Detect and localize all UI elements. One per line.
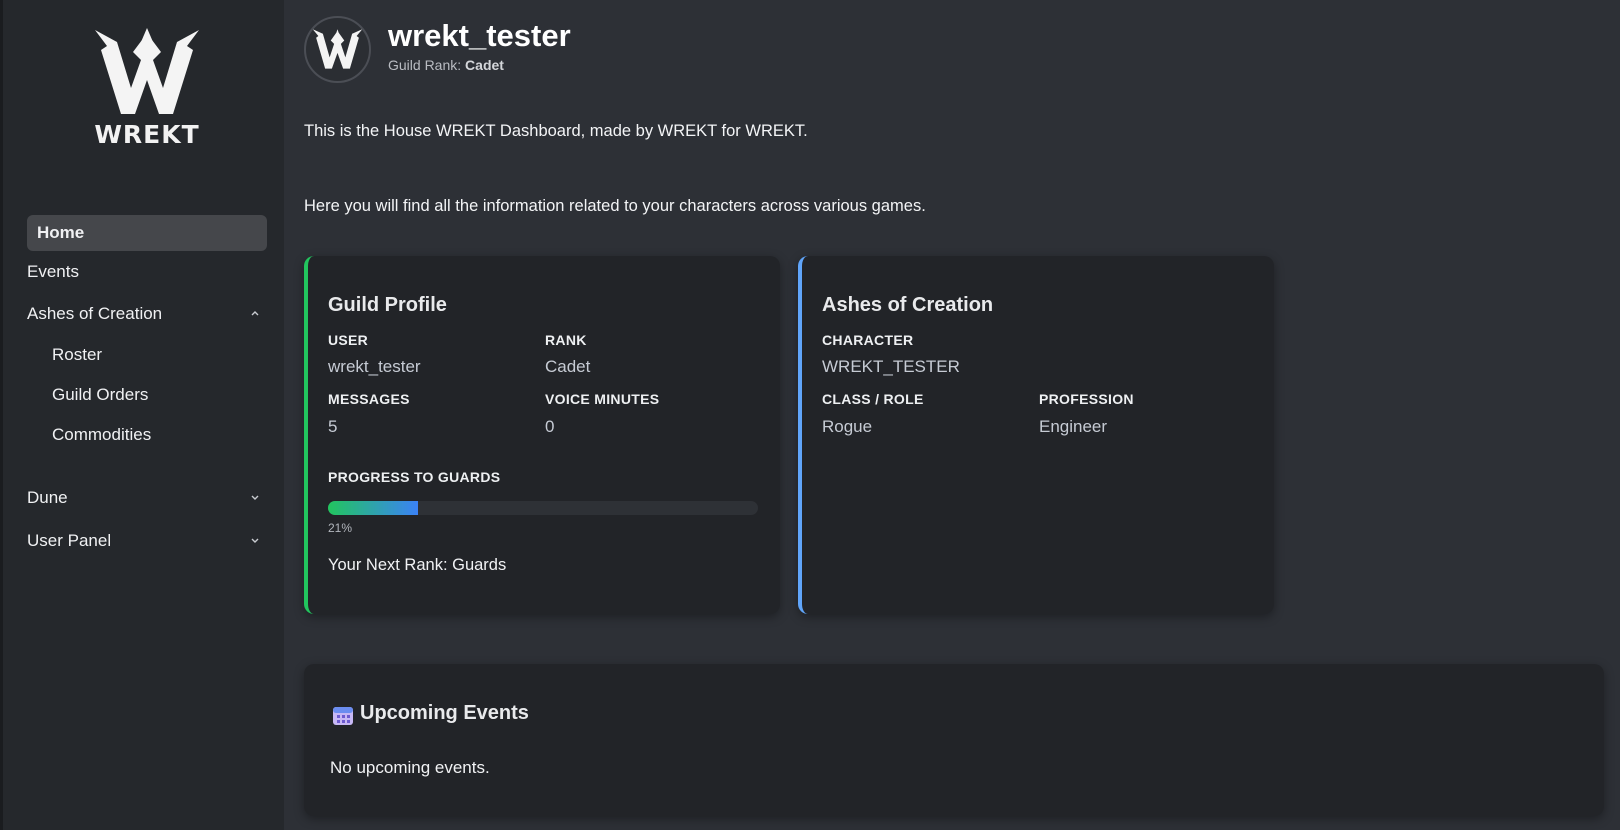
progress-bar-fill — [328, 501, 419, 515]
intro-text-2: Here you will find all the information r… — [304, 197, 926, 215]
sidebar-item-ashes-of-creation[interactable]: Ashes of Creation — [27, 304, 267, 324]
progress-percent: 21% — [328, 521, 353, 535]
sidebar-item-label: Ashes of Creation — [27, 304, 163, 323]
sidebar-item-user-panel[interactable]: User Panel — [27, 531, 267, 551]
intro-text-1: This is the House WREKT Dashboard, made … — [304, 122, 808, 140]
sidebar-subitem-guild-orders[interactable]: Guild Orders — [52, 385, 148, 405]
class-role-label: CLASS / ROLE — [822, 391, 924, 407]
logo-text: WREKT — [94, 120, 200, 149]
guild-rank-line: Guild Rank: Cadet — [388, 57, 504, 73]
card-title: Ashes of Creation — [822, 294, 994, 316]
wrekt-avatar-icon — [312, 29, 363, 69]
chevron-down-icon — [251, 495, 259, 500]
sidebar-subitem-roster[interactable]: Roster — [52, 345, 102, 365]
empty-state-text: No upcoming events. — [330, 758, 490, 777]
class-role-value: Rogue — [822, 417, 873, 436]
sidebar-item-label: User Panel — [27, 531, 112, 550]
wrekt-logo-icon — [95, 28, 199, 114]
user-label: USER — [328, 332, 369, 348]
guild-profile-card: Guild Profile USER wrekt_tester RANK Cad… — [304, 256, 780, 614]
profession-value: Engineer — [1039, 417, 1108, 436]
sidebar-item-label: Dune — [27, 488, 68, 507]
guild-rank-prefix: Guild Rank: — [388, 57, 462, 73]
chevron-up-icon — [251, 311, 259, 316]
next-rank-text: Your Next Rank: Guards — [328, 556, 507, 574]
progress-bar — [328, 501, 758, 515]
sidebar-item-label: Home — [37, 223, 85, 242]
upcoming-events-card: Upcoming Events No upcoming events. — [304, 664, 1604, 816]
profession-label: PROFESSION — [1039, 391, 1134, 407]
messages-label: MESSAGES — [328, 391, 410, 407]
app-root: WREKT Home Events Ashes of Creation Rost… — [0, 0, 1620, 830]
character-value: WREKT_TESTER — [822, 357, 960, 376]
card-title: Upcoming Events — [360, 702, 529, 724]
rank-label: RANK — [545, 332, 587, 348]
progress-label: PROGRESS TO GUARDS — [328, 469, 501, 485]
sidebar-subitem-commodities[interactable]: Commodities — [52, 425, 151, 445]
ashes-of-creation-card: Ashes of Creation CHARACTER WREKT_TESTER… — [798, 256, 1274, 614]
rank-value: Cadet — [545, 357, 591, 376]
sidebar-item-dune[interactable]: Dune — [27, 488, 267, 508]
sidebar: WREKT Home Events Ashes of Creation Rost… — [0, 0, 284, 830]
messages-value: 5 — [328, 417, 338, 436]
sidebar-item-label: Events — [27, 262, 79, 281]
voice-minutes-value: 0 — [545, 417, 555, 436]
card-title: Guild Profile — [328, 294, 447, 316]
page-title: wrekt_tester — [388, 18, 571, 53]
sidebar-item-events[interactable]: Events — [27, 262, 267, 282]
character-label: CHARACTER — [822, 332, 914, 348]
chevron-down-icon — [251, 538, 259, 543]
sidebar-item-home[interactable]: Home — [27, 215, 267, 251]
calendar-icon — [333, 707, 353, 725]
main-content: wrekt_tester Guild Rank: Cadet This is t… — [304, 0, 1620, 830]
avatar[interactable] — [304, 16, 371, 83]
guild-rank-value: Cadet — [465, 57, 504, 73]
user-value: wrekt_tester — [328, 357, 421, 376]
voice-minutes-label: VOICE MINUTES — [545, 391, 660, 407]
wrekt-logo[interactable]: WREKT — [91, 28, 203, 149]
